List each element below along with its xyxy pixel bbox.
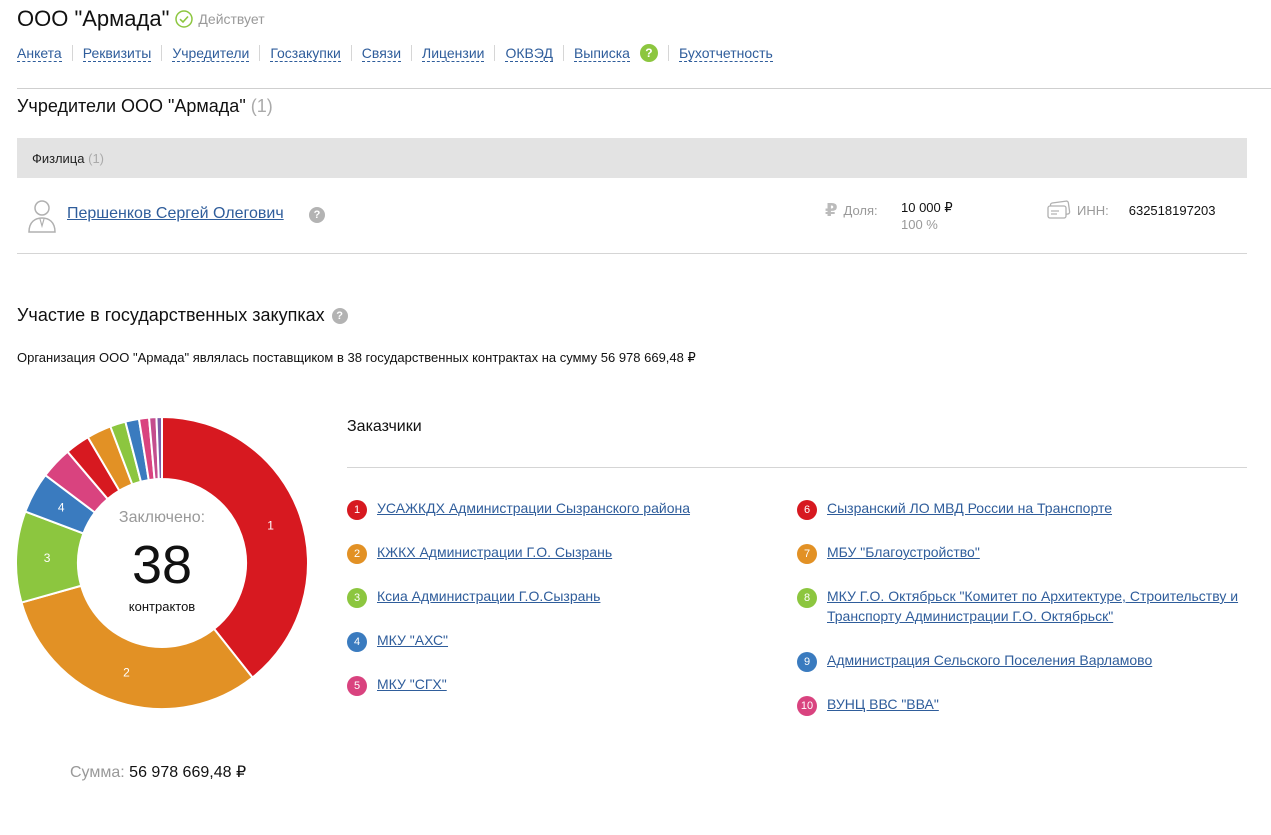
customer-number-badge: 7 bbox=[797, 544, 817, 564]
share-label: ₽ Доля: bbox=[825, 200, 878, 221]
founders-title-text: Учредители ООО "Армада" bbox=[17, 96, 246, 116]
customer-link[interactable]: Администрация Сельского Поселения Варлам… bbox=[827, 650, 1152, 670]
sum-value: 56 978 669,48 ₽ bbox=[129, 764, 247, 781]
gz-title: Участие в государственных закупках ? bbox=[17, 305, 348, 326]
customer-item: 9 Администрация Сельского Поселения Варл… bbox=[797, 652, 1152, 672]
contracts-donut-chart: 1234 Заключено: 38 контрактов bbox=[15, 415, 309, 710]
tab-divider bbox=[71, 45, 73, 61]
donut-center-unit: контрактов bbox=[128, 599, 196, 614]
tab-divider bbox=[494, 45, 496, 61]
founders-group-header: Физлица (1) bbox=[17, 138, 1247, 178]
tab-goszakupki[interactable]: Госзакупки bbox=[270, 45, 341, 62]
contracts-sum: Сумма: 56 978 669,48 ₽ bbox=[70, 762, 246, 782]
customer-link[interactable]: Ксиа Администрации Г.О.Сызрань bbox=[377, 586, 600, 606]
customers-divider bbox=[347, 467, 1247, 468]
tab-svyazi[interactable]: Связи bbox=[361, 45, 402, 62]
person-icon bbox=[28, 200, 56, 233]
company-header: ООО "Армада" Действует bbox=[17, 6, 265, 32]
customer-link[interactable]: УСАЖКДХ Администрации Сызранского района bbox=[377, 498, 690, 518]
customer-number-badge: 6 bbox=[797, 500, 817, 520]
group-count: (1) bbox=[88, 150, 104, 166]
tab-rekvizity[interactable]: Реквизиты bbox=[82, 45, 152, 62]
customer-number-badge: 3 bbox=[347, 588, 367, 608]
header-divider bbox=[17, 88, 1271, 89]
customer-number-badge: 9 bbox=[797, 652, 817, 672]
share-percent: 100 % bbox=[901, 217, 938, 232]
inn-label: ИНН: bbox=[1077, 202, 1109, 218]
tab-anketa[interactable]: Анкета bbox=[17, 45, 62, 62]
company-status: Действует bbox=[175, 10, 265, 28]
tab-divider bbox=[350, 45, 352, 61]
customer-item: 10 ВУНЦ ВВС "ВВА" bbox=[797, 696, 939, 716]
tab-divider bbox=[562, 45, 564, 61]
customer-link[interactable]: КЖКХ Администрации Г.О. Сызрань bbox=[377, 542, 612, 562]
customer-item: 2 КЖКХ Администрации Г.О. Сызрань bbox=[347, 544, 612, 564]
id-card-icon bbox=[1047, 200, 1071, 219]
share-label-text: Доля: bbox=[843, 203, 878, 218]
check-circle-icon bbox=[175, 10, 194, 28]
tab-vypiska[interactable]: Выписка bbox=[573, 45, 630, 62]
customer-item: 8 МКУ Г.О. Октябрьск "Комитет по Архитек… bbox=[797, 588, 1247, 626]
gz-help-icon[interactable]: ? bbox=[331, 307, 348, 324]
section-tabs: Анкета Реквизиты Учредители Госзакупки С… bbox=[17, 44, 773, 62]
donut-center-label: Заключено: bbox=[118, 509, 206, 526]
customer-item: 4 МКУ "АХС" bbox=[347, 632, 448, 652]
donut-center: Заключено: 38 контрактов bbox=[16, 417, 308, 709]
customer-link[interactable]: МКУ Г.О. Октябрьск "Комитет по Архитекту… bbox=[827, 586, 1247, 626]
founder-row: Першенков Сергей Олегович ? ₽ Доля: 10 0… bbox=[17, 180, 1247, 254]
customer-link[interactable]: ВУНЦ ВВС "ВВА" bbox=[827, 694, 939, 714]
customer-item: 3 Ксиа Администрации Г.О.Сызрань bbox=[347, 588, 600, 608]
status-text: Действует bbox=[198, 11, 265, 27]
founders-title: Учредители ООО "Армада" (1) bbox=[17, 96, 273, 117]
founder-help-icon[interactable]: ? bbox=[309, 207, 325, 223]
vypiska-help-icon[interactable]: ? bbox=[639, 44, 658, 62]
sum-label: Сумма: bbox=[70, 764, 125, 781]
tab-divider bbox=[667, 45, 669, 61]
tab-divider bbox=[259, 45, 261, 61]
customer-link[interactable]: МБУ "Благоустройство" bbox=[827, 542, 980, 562]
customer-number-badge: 1 bbox=[347, 500, 367, 520]
tab-okved[interactable]: ОКВЭД bbox=[505, 45, 553, 62]
inn-value: 632518197203 bbox=[1128, 202, 1216, 218]
company-title: ООО "Армада" bbox=[17, 6, 170, 31]
customer-number-badge: 4 bbox=[347, 632, 367, 652]
founders-count: (1) bbox=[250, 96, 273, 116]
tab-uchrediteli[interactable]: Учредители bbox=[172, 45, 250, 62]
tab-licenzii[interactable]: Лицензии bbox=[422, 45, 485, 62]
group-label: Физлица bbox=[32, 150, 85, 166]
tab-divider bbox=[161, 45, 163, 61]
ruble-icon: ₽ bbox=[825, 200, 838, 220]
tab-divider bbox=[411, 45, 413, 61]
customer-number-badge: 2 bbox=[347, 544, 367, 564]
donut-center-number: 38 bbox=[131, 535, 193, 595]
customer-item: 6 Сызранский ЛО МВД России на Транспорте bbox=[797, 500, 1112, 520]
customers-title: Заказчики bbox=[347, 418, 422, 435]
customer-link[interactable]: МКУ "СГХ" bbox=[377, 674, 447, 694]
inn-block: ИНН: 632518197203 bbox=[1047, 200, 1216, 220]
customer-item: 7 МБУ "Благоустройство" bbox=[797, 544, 980, 564]
customer-item: 5 МКУ "СГХ" bbox=[347, 676, 447, 696]
customer-link[interactable]: Сызранский ЛО МВД России на Транспорте bbox=[827, 498, 1112, 518]
customer-number-badge: 10 bbox=[797, 696, 817, 716]
founder-name-link[interactable]: Першенков Сергей Олегович bbox=[67, 205, 284, 223]
gz-title-text: Участие в государственных закупках bbox=[17, 305, 325, 325]
customer-number-badge: 8 bbox=[797, 588, 817, 608]
share-value: 10 000 ₽ bbox=[901, 200, 953, 215]
customer-item: 1 УСАЖКДХ Администрации Сызранского райо… bbox=[347, 500, 690, 520]
gz-description: Организация ООО "Армада" являлась постав… bbox=[17, 350, 696, 365]
customer-link[interactable]: МКУ "АХС" bbox=[377, 630, 448, 650]
tab-buhotchetnost[interactable]: Бухотчетность bbox=[678, 45, 773, 62]
customer-number-badge: 5 bbox=[347, 676, 367, 696]
